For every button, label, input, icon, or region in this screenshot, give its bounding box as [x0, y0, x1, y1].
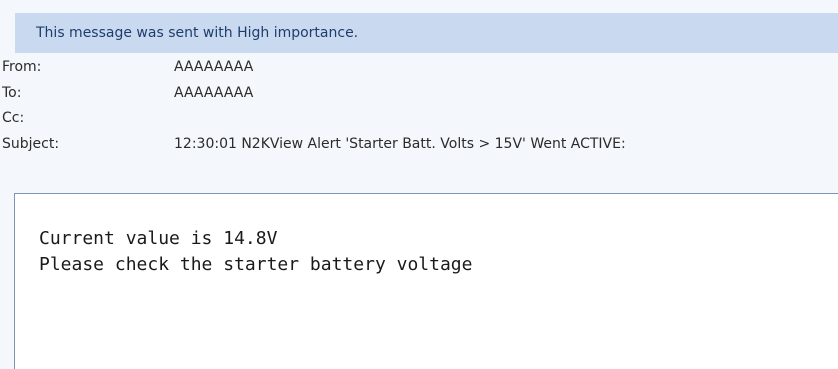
to-label: To:	[2, 85, 22, 101]
from-label: From:	[2, 59, 42, 75]
body-line: Current value is 14.8V	[39, 228, 278, 249]
subject-value: 12:30:01 N2KView Alert 'Starter Batt. Vo…	[174, 136, 626, 152]
to-row: To: AAAAAAAA	[0, 82, 838, 108]
importance-infobar-text: This message was sent with High importan…	[36, 25, 359, 41]
message-reading-pane: This message was sent with High importan…	[0, 0, 838, 369]
to-value[interactable]: AAAAAAAA	[174, 85, 253, 101]
message-body[interactable]: Current value is 14.8V Please check the …	[14, 193, 838, 369]
subject-row: Subject: 12:30:01 N2KView Alert 'Starter…	[0, 133, 838, 159]
message-header: From: AAAAAAAA To: AAAAAAAA Cc: Subject:…	[0, 53, 838, 194]
cc-row: Cc:	[0, 107, 838, 133]
importance-infobar[interactable]: This message was sent with High importan…	[15, 13, 838, 53]
body-line: Please check the starter battery voltage	[39, 254, 473, 275]
from-row: From: AAAAAAAA	[0, 56, 838, 82]
cc-label: Cc:	[2, 110, 25, 126]
subject-label: Subject:	[2, 136, 60, 152]
from-value[interactable]: AAAAAAAA	[174, 59, 253, 75]
